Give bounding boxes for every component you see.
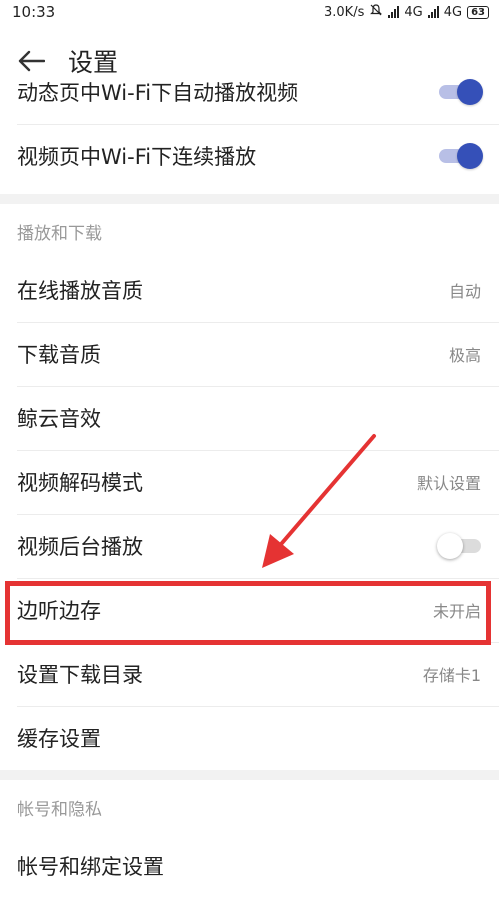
video-background-toggle[interactable]: [437, 533, 481, 559]
playback-group: 在线播放音质 自动 下载音质 极高 鲸云音效 视频解码模式 默认设置 视频后台播…: [0, 258, 499, 770]
setting-label: 下载音质: [17, 343, 101, 367]
setting-label: 视频解码模式: [17, 471, 143, 495]
video-continuous-toggle[interactable]: [439, 143, 483, 169]
setting-label: 帐号和绑定设置: [17, 855, 164, 879]
setting-row-download-dir[interactable]: 设置下载目录 存储卡1: [0, 642, 499, 706]
setting-label: 缓存设置: [17, 727, 101, 751]
setting-row-cache[interactable]: 缓存设置: [0, 706, 499, 770]
network-type-1: 4G: [404, 4, 423, 20]
setting-row-online-quality[interactable]: 在线播放音质 自动: [0, 258, 499, 322]
autoplay-group: 动态页中Wi-Fi下自动播放视频 视频页中Wi-Fi下连续播放: [0, 60, 499, 188]
setting-value: 极高: [448, 346, 481, 365]
setting-row-feed-autoplay[interactable]: 动态页中Wi-Fi下自动播放视频: [0, 60, 499, 124]
setting-row-listen-save[interactable]: 边听边存 未开启: [0, 578, 499, 642]
status-bar: 10:33 3.0K/s 4G 4G 63: [0, 0, 499, 24]
section-divider-2: [0, 770, 499, 780]
signal-icon-2: [427, 6, 439, 18]
setting-value: 默认设置: [416, 474, 481, 493]
setting-row-video-background[interactable]: 视频后台播放: [0, 514, 499, 578]
signal-icon: [388, 6, 400, 18]
setting-label: 动态页中Wi-Fi下自动播放视频: [17, 81, 299, 105]
section-title-account: 帐号和隐私: [17, 799, 102, 820]
setting-row-download-quality[interactable]: 下载音质 极高: [0, 322, 499, 386]
setting-label: 视频后台播放: [17, 535, 143, 559]
network-speed: 3.0K/s: [324, 4, 365, 20]
status-icons: 3.0K/s 4G 4G 63: [324, 3, 489, 21]
setting-label: 在线播放音质: [17, 279, 143, 303]
section-divider: [0, 194, 499, 204]
setting-label: 视频页中Wi-Fi下连续播放: [17, 145, 257, 169]
setting-row-account-binding[interactable]: 帐号和绑定设置: [0, 834, 499, 898]
feed-autoplay-toggle[interactable]: [439, 79, 483, 105]
setting-label: 设置下载目录: [17, 663, 143, 687]
battery-icon: 63: [467, 5, 489, 19]
section-title-playback: 播放和下载: [17, 223, 102, 244]
setting-value: 存储卡1: [422, 666, 481, 685]
setting-label: 鲸云音效: [17, 407, 101, 431]
network-type-2: 4G: [443, 4, 463, 20]
setting-row-sound-effect[interactable]: 鲸云音效: [0, 386, 499, 450]
account-group: 帐号和绑定设置: [0, 834, 499, 898]
setting-row-video-decode[interactable]: 视频解码模式 默认设置: [0, 450, 499, 514]
setting-label: 边听边存: [17, 599, 101, 623]
setting-value: 未开启: [432, 602, 481, 621]
status-time: 10:33: [12, 3, 56, 21]
setting-value: 自动: [448, 282, 481, 301]
mute-icon: [369, 3, 383, 21]
setting-row-video-continuous[interactable]: 视频页中Wi-Fi下连续播放: [0, 124, 499, 188]
